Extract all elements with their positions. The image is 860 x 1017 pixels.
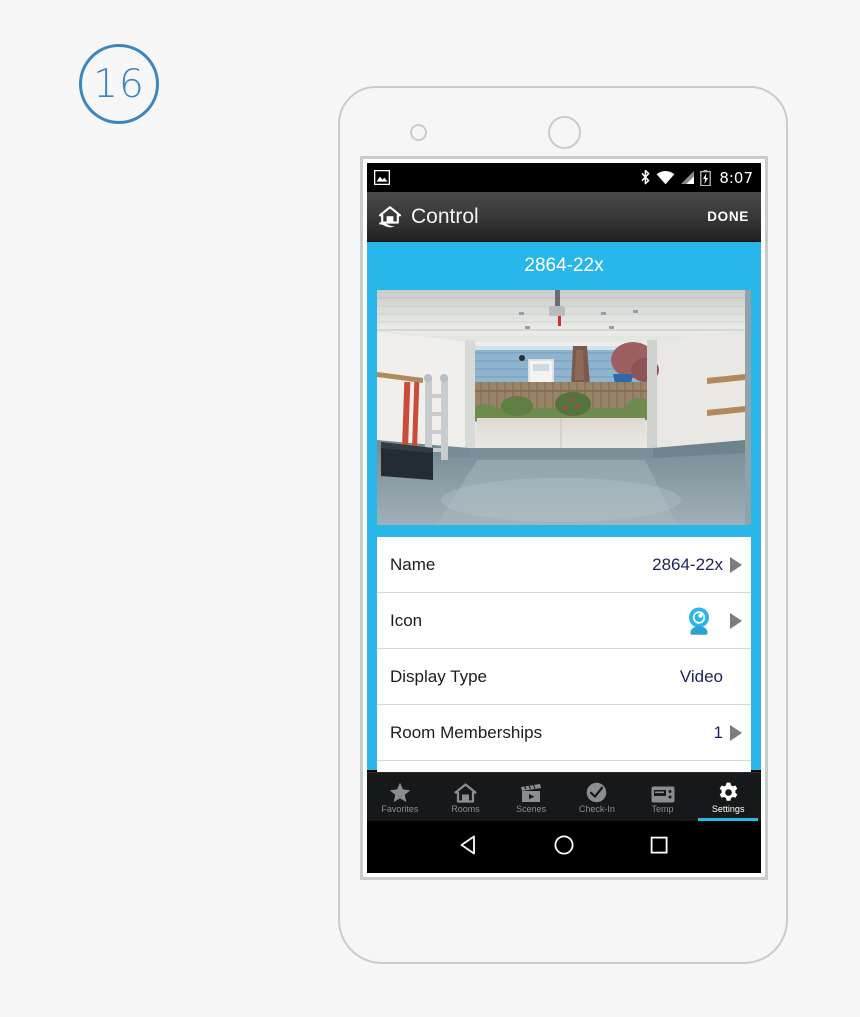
tab-label: Favorites [381,803,419,814]
android-navigation-bar [367,821,761,873]
row-value [683,605,742,637]
chevron-right-icon [730,556,742,573]
row-value: Video [680,667,742,687]
device-name-label: 2864-22x [524,255,604,276]
screenshot-image-icon [374,170,390,185]
phone-screen-bezel: 8:07 Control DONE 2864-22x Name 2864-22x… [360,156,768,880]
proximity-sensor-icon [410,124,427,141]
wifi-icon [656,170,675,185]
camera-snapshot-image[interactable] [377,290,751,525]
tab-label: Scenes [516,803,547,814]
done-button[interactable]: DONE [707,209,749,224]
row-label: Icon [390,610,423,630]
step-number-label: 16 [93,61,145,107]
recents-square-icon[interactable] [648,834,670,861]
tab-label: Rooms [451,803,480,814]
chevron-right-icon [730,612,742,629]
star-icon [389,781,411,803]
tab-favorites[interactable]: Favorites [367,773,433,821]
tab-temp[interactable]: Temp [630,773,696,821]
phone-mockup-frame: 8:07 Control DONE 2864-22x Name 2864-22x… [338,86,788,964]
settings-row-name[interactable]: Name 2864-22x [377,537,751,593]
front-camera-icon [548,116,581,149]
row-value-text: 2864-22x [652,554,723,574]
tab-settings[interactable]: Settings [695,773,761,821]
back-triangle-icon[interactable] [458,834,480,861]
tab-label: Check-In [578,803,615,814]
android-status-bar: 8:07 [367,163,761,192]
tab-scenes[interactable]: Scenes [498,773,564,821]
row-value: 2864-22x [652,555,742,575]
camera-icon [689,607,709,635]
row-value-text: Video [679,666,723,686]
clapperboard-icon [520,781,542,803]
bluetooth-icon [641,169,650,185]
thermostat-icon [651,781,675,803]
tab-check-in[interactable]: Check-In [564,773,630,821]
status-bar-clock: 8:07 [719,168,753,187]
device-settings-list: Name 2864-22x Icon Display Type Video Ro… [377,537,751,773]
page-title: Control [411,204,479,228]
home-icon [454,781,477,803]
chevron-right-icon [730,724,742,741]
device-detail-content: 2864-22x Name 2864-22x Icon Display Type… [367,242,761,773]
tab-label: Temp [651,803,674,814]
row-label: Display Type [390,666,488,686]
status-bar-left-icons [374,170,640,185]
app-bar: Control DONE [367,192,761,242]
tab-rooms[interactable]: Rooms [433,773,499,821]
bottom-tab-bar: Favorites Rooms Scenes Check-In Temp Set… [367,772,761,821]
home-circle-icon[interactable] [553,834,575,861]
cellular-signal-icon [681,171,695,184]
row-label: Room Memberships [390,722,543,742]
check-circle-icon [586,781,607,803]
home-hand-logo-icon [378,205,402,227]
battery-charging-icon [700,169,712,186]
row-label: Name [390,554,436,574]
settings-row-display-type[interactable]: Display Type Video [377,649,751,705]
settings-row-icon[interactable]: Icon [377,593,751,649]
gear-icon [718,781,739,803]
phone-screen: 8:07 Control DONE 2864-22x Name 2864-22x… [367,163,761,873]
row-value: 1 [714,723,742,743]
row-value-text: 1 [713,722,723,742]
step-number-badge: 16 [79,44,159,124]
device-name-header: 2864-22x [367,242,761,290]
settings-row-room-memberships[interactable]: Room Memberships 1 [377,705,751,761]
status-bar-right-icons: 8:07 [640,169,753,187]
tab-label: Settings [711,803,745,814]
